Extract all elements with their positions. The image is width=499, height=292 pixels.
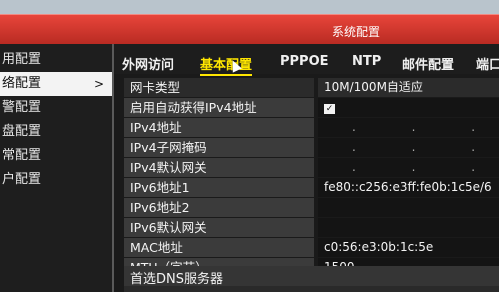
sidebar-divider: [112, 44, 114, 292]
ip-dots: . . .: [352, 160, 499, 174]
preferred-dns-label: 首选DNS服务器: [130, 272, 223, 287]
sidebar-item-label: 警配置: [2, 100, 42, 115]
form-row: IPv6默认网关: [124, 218, 499, 238]
ipv6-address2-field: [318, 198, 499, 217]
sidebar-item-exception[interactable]: 常配置: [0, 144, 112, 168]
ipv6-address1-field: fe80::c256:e3ff:fe0b:1c5e/6: [318, 178, 499, 197]
auto-ipv4-checkbox[interactable]: ✓: [324, 104, 335, 114]
tab-external-access[interactable]: 外网访问: [122, 54, 174, 73]
field-label: IPv4地址: [124, 118, 314, 137]
nic-type-select[interactable]: 10M/100M自适应: [318, 78, 499, 97]
field-label: IPv6默认网关: [124, 218, 314, 237]
sidebar-item-label: 常配置: [2, 148, 42, 163]
field-label: IPv6地址1: [124, 178, 314, 197]
field-label: IPv4子网掩码: [124, 138, 314, 157]
tab-bar: 外网访问 基本配置 PPPOE NTP 邮件配置 端口: [114, 44, 499, 76]
tab-email-config[interactable]: 邮件配置: [402, 54, 454, 73]
sidebar-item-label: 络配置: [2, 76, 42, 91]
form-row: IPv4子网掩码 . . .: [124, 138, 499, 158]
top-strip: [0, 0, 499, 14]
field-label: IPv6地址2: [124, 198, 314, 217]
ipv6-gateway-field: [318, 218, 499, 237]
sidebar-item-label: 用配置: [2, 52, 42, 67]
sidebar-item-user[interactable]: 户配置: [0, 168, 112, 192]
field-label: 网卡类型: [124, 78, 314, 97]
title-bar: 系统配置: [0, 14, 499, 45]
form-row: IPv4地址 . . .: [124, 118, 499, 138]
ip-dots: . . .: [352, 140, 499, 154]
form-row: IPv6地址1 fe80::c256:e3ff:fe0b:1c5e/6: [124, 178, 499, 198]
form-row: IPv4默认网关 . . .: [124, 158, 499, 178]
tab-pppoe[interactable]: PPPOE: [280, 54, 329, 69]
sidebar-item-general[interactable]: 用配置: [0, 48, 112, 72]
form-row: IPv6地址2: [124, 198, 499, 218]
tab-basic-config[interactable]: 基本配置: [200, 54, 253, 76]
chevron-right-icon: >: [93, 77, 104, 91]
ipv4-gateway-input[interactable]: . . .: [318, 158, 499, 177]
form-row: 网卡类型 10M/100M自适应: [124, 78, 499, 98]
form-row: MAC地址 c0:56:e3:0b:1c:5e: [124, 238, 499, 258]
field-label: MAC地址: [124, 238, 314, 257]
field-label: IPv4默认网关: [124, 158, 314, 177]
sidebar-item-network[interactable]: 络配置 >: [0, 72, 112, 96]
tab-ntp[interactable]: NTP: [352, 54, 381, 69]
sidebar-item-label: 盘配置: [2, 124, 42, 139]
ipv4-address-input[interactable]: . . .: [318, 118, 499, 137]
tab-port[interactable]: 端口: [476, 54, 499, 73]
dhcp-field: ✓: [318, 98, 499, 117]
sidebar-item-disk[interactable]: 盘配置: [0, 120, 112, 144]
window-title: 系统配置: [332, 25, 381, 39]
dns-section-header: 首选DNS服务器: [124, 266, 499, 287]
sidebar: 用配置 络配置 > 警配置 盘配置 常配置 户配置: [0, 44, 112, 292]
ip-dots: . . .: [352, 120, 499, 134]
sidebar-item-label: 户配置: [2, 172, 42, 187]
form-row: 启用自动获得IPv4地址 ✓: [124, 98, 499, 118]
dns-input-row[interactable]: [124, 286, 499, 292]
mac-address-field: c0:56:e3:0b:1c:5e: [318, 238, 499, 257]
sidebar-item-alarm[interactable]: 警配置: [0, 96, 112, 120]
field-label: 启用自动获得IPv4地址: [124, 98, 314, 117]
ipv4-subnet-mask-input[interactable]: . . .: [318, 138, 499, 157]
